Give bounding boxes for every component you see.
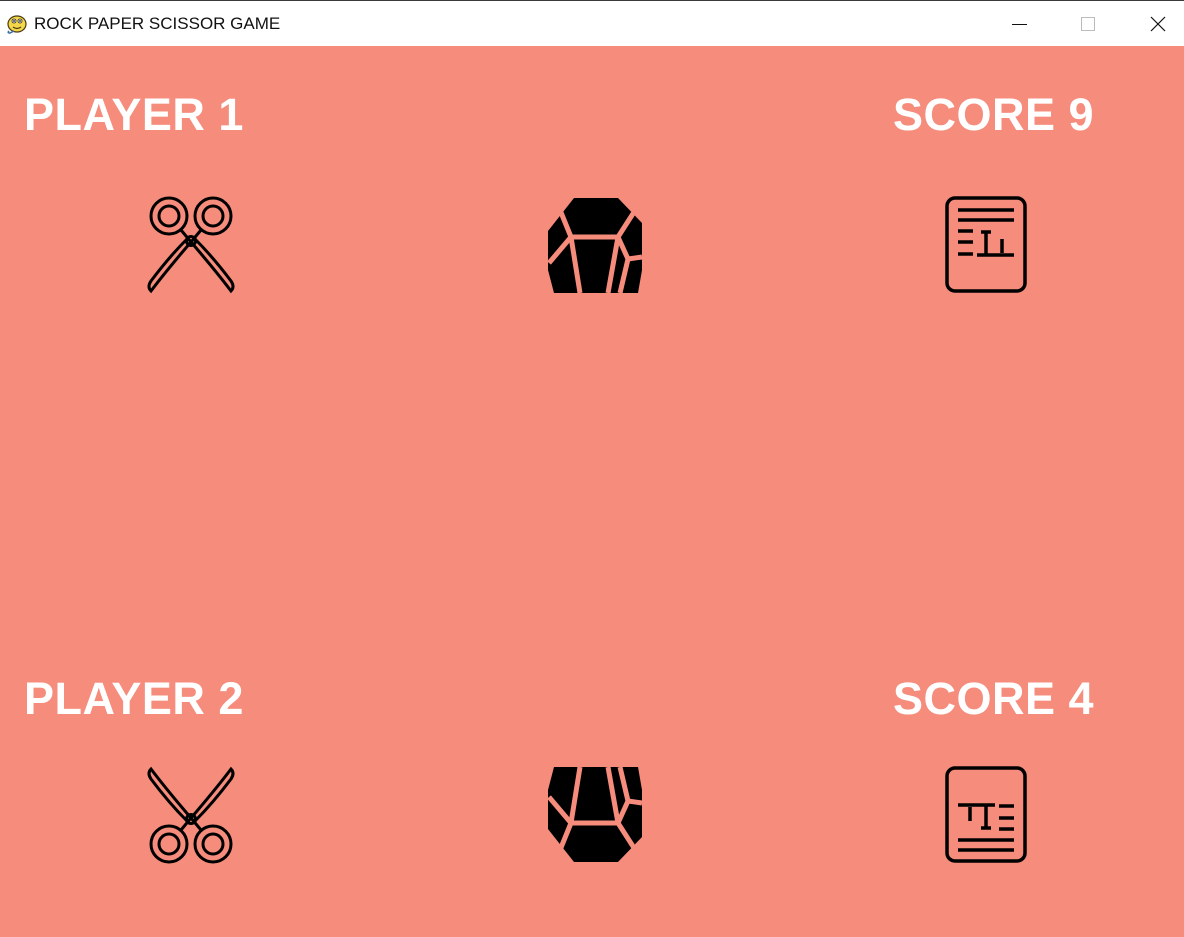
scissors-icon [147, 766, 235, 864]
player2-scissors-choice[interactable] [141, 765, 241, 865]
minimize-button[interactable] [984, 1, 1054, 46]
scissors-icon [147, 196, 235, 294]
minimize-icon [1012, 24, 1027, 25]
player1-paper-choice[interactable] [936, 195, 1036, 295]
game-canvas: PLAYER 1 SCORE 9 PLAYER 2 SCORE 4 [0, 46, 1184, 937]
rock-icon [547, 766, 643, 862]
close-icon [1150, 16, 1166, 32]
python-snake-icon [6, 12, 28, 34]
rock-icon [547, 198, 643, 294]
player2-score: SCORE 4 [893, 673, 1095, 724]
window-titlebar: ROCK PAPER SCISSOR GAME [0, 0, 1184, 46]
maximize-button[interactable] [1053, 1, 1123, 46]
paper-icon [945, 766, 1027, 863]
player1-rock-choice[interactable] [546, 195, 646, 295]
close-button[interactable] [1123, 1, 1184, 46]
player2-rock-choice[interactable] [546, 765, 646, 865]
player1-label: PLAYER 1 [24, 89, 244, 140]
player1-score: SCORE 9 [893, 89, 1095, 140]
maximize-icon [1081, 17, 1095, 31]
player2-label: PLAYER 2 [24, 673, 244, 724]
paper-icon [945, 196, 1027, 293]
player1-scissors-choice[interactable] [141, 195, 241, 295]
player2-paper-choice[interactable] [936, 765, 1036, 865]
window-title: ROCK PAPER SCISSOR GAME [34, 14, 281, 33]
